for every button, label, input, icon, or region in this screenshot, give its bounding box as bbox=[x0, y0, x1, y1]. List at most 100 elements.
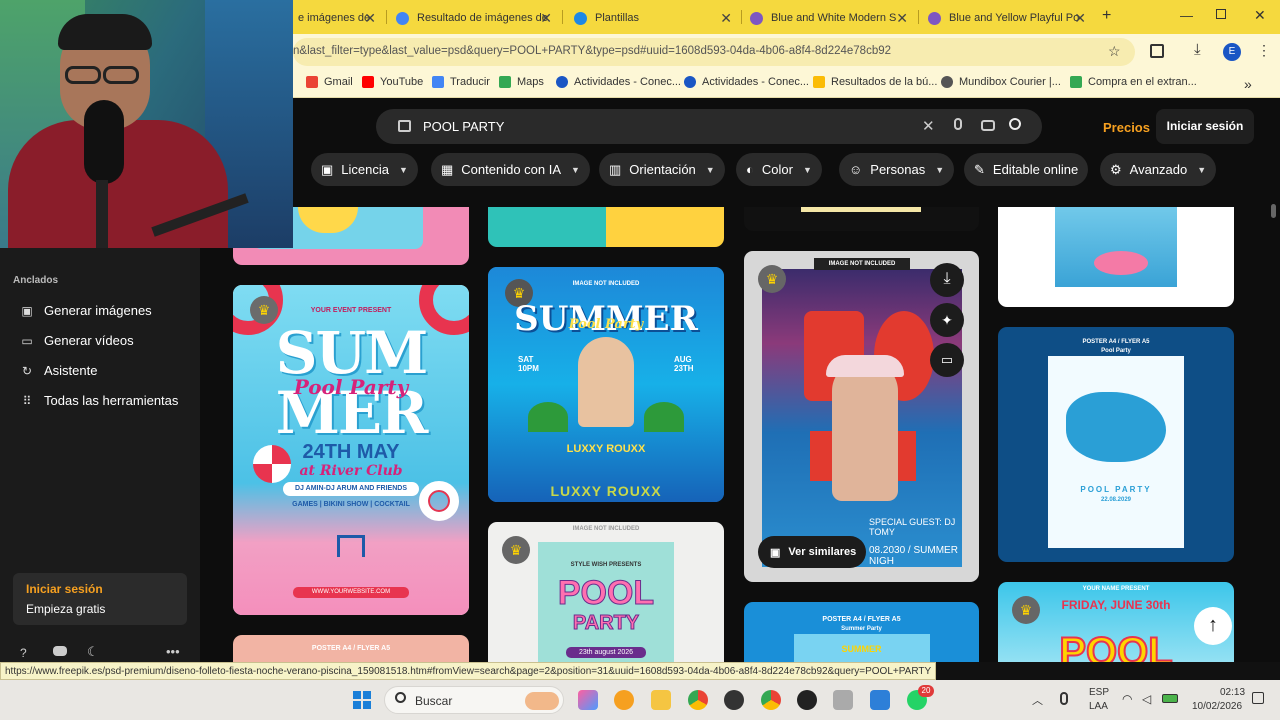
chevron-up-icon[interactable]: ︿ bbox=[1032, 692, 1043, 708]
browser-tab[interactable]: e imágenes de ✕ bbox=[298, 6, 376, 30]
bookmark-item[interactable]: YouTube bbox=[362, 76, 423, 88]
result-card[interactable]: ♛ IMAGE NOT INCLUDED STYLE WISH PRESENTS… bbox=[488, 522, 724, 662]
microphone-icon[interactable] bbox=[1060, 692, 1068, 705]
camera-search-icon[interactable] bbox=[981, 120, 995, 131]
result-card[interactable]: POSTER A4 / FLYER A5 bbox=[233, 635, 469, 662]
copilot-icon[interactable] bbox=[578, 690, 598, 710]
poster-date: 22.08.2029 bbox=[1100, 497, 1132, 503]
bookmark-item[interactable]: Compra en el extran... bbox=[1070, 76, 1197, 88]
filter-people[interactable]: ☺ Personas ▼ bbox=[839, 153, 955, 186]
close-tab-icon[interactable]: ✕ bbox=[540, 10, 552, 27]
bookmark-item[interactable]: Resultados de la bú... bbox=[813, 76, 937, 88]
ai-icon: ▦ bbox=[441, 161, 454, 177]
sidebar-item-assistant[interactable]: ↻ Asistente bbox=[20, 363, 98, 378]
bookmark-item[interactable]: Actividades - Conec... bbox=[556, 76, 681, 88]
new-tab-button[interactable]: + bbox=[1102, 7, 1111, 25]
theme-moon-icon[interactable]: ☾ bbox=[87, 644, 99, 660]
help-icon[interactable]: ? bbox=[20, 646, 27, 660]
result-card[interactable] bbox=[998, 207, 1234, 307]
app-icon[interactable] bbox=[833, 690, 853, 710]
bookmark-star-icon[interactable]: ☆ bbox=[1108, 43, 1121, 60]
search-icon[interactable] bbox=[1009, 118, 1021, 130]
more-options-icon[interactable]: ••• bbox=[166, 644, 180, 659]
close-window-icon[interactable]: ✕ bbox=[1254, 7, 1266, 24]
translate-icon bbox=[432, 76, 444, 88]
see-similar-button[interactable]: ▣ Ver similares bbox=[758, 536, 866, 568]
chrome-icon[interactable] bbox=[688, 690, 708, 710]
sidebar-signup-link[interactable]: Empieza gratis bbox=[26, 602, 105, 616]
drive-icon bbox=[813, 76, 825, 88]
filter-ai-content[interactable]: ▦ Contenido con IA ▼ bbox=[431, 153, 590, 186]
bookmark-item[interactable]: Actividades - Conec... bbox=[684, 76, 809, 88]
close-tab-icon[interactable]: ✕ bbox=[720, 10, 732, 27]
poster-date: 08.2030 / SUMMER NIGH bbox=[869, 545, 958, 567]
clock-time[interactable]: 02:13 bbox=[1220, 687, 1245, 698]
scrollbar-thumb[interactable] bbox=[1271, 204, 1276, 218]
bookmark-item[interactable]: Maps bbox=[499, 76, 544, 88]
save-folder-icon[interactable]: ▭ bbox=[930, 343, 964, 377]
minimize-icon[interactable]: — bbox=[1180, 8, 1193, 23]
language-indicator[interactable]: ESP bbox=[1089, 687, 1109, 698]
browser-tab[interactable]: Plantillas ✕ bbox=[574, 6, 732, 30]
volume-icon[interactable]: ◁ bbox=[1142, 692, 1151, 706]
search-app-icon[interactable] bbox=[614, 690, 634, 710]
sidebar-item-generate-videos[interactable]: ▭ Generar vídeos bbox=[20, 333, 133, 348]
scroll-to-top-button[interactable]: ↑ bbox=[1194, 607, 1232, 645]
filter-advanced[interactable]: ⚙ Avanzado ▼ bbox=[1100, 153, 1217, 186]
menu-dots-icon[interactable]: ⋮ bbox=[1257, 42, 1271, 59]
canva-icon bbox=[574, 11, 587, 25]
taskbar-search[interactable]: Buscar bbox=[384, 686, 564, 714]
extensions-icon[interactable] bbox=[1150, 44, 1164, 58]
microphone-icon[interactable] bbox=[954, 118, 962, 130]
clear-search-icon[interactable]: ✕ bbox=[922, 117, 935, 135]
app-icon[interactable] bbox=[724, 690, 744, 710]
swim-ring-icon bbox=[419, 481, 459, 521]
poster-text: Pool Party bbox=[1101, 348, 1131, 354]
result-card[interactable]: ♛ IMAGE NOT INCLUDED SUMMER Pool Party S… bbox=[488, 267, 724, 502]
close-tab-icon[interactable]: ✕ bbox=[1074, 10, 1086, 27]
filter-orientation[interactable]: ▥ Orientación ▼ bbox=[599, 153, 725, 186]
chrome-active-icon[interactable] bbox=[761, 690, 781, 710]
bookmark-item[interactable]: Mundibox Courier |... bbox=[941, 76, 1061, 88]
ai-edit-icon[interactable]: ✦ bbox=[930, 303, 964, 337]
app-icon[interactable] bbox=[870, 690, 890, 710]
search-bar[interactable]: POOL PARTY ✕ bbox=[376, 109, 1042, 144]
battery-icon[interactable] bbox=[1162, 694, 1178, 703]
discord-icon[interactable] bbox=[53, 646, 67, 656]
url-field[interactable]: n&last_filter=type&last_value=psd&query=… bbox=[293, 38, 1135, 66]
result-card[interactable]: POSTER A4 / FLYER A5 Summer Party SUMMER bbox=[744, 602, 979, 662]
close-tab-icon[interactable]: ✕ bbox=[364, 10, 376, 27]
result-card[interactable] bbox=[488, 207, 724, 247]
download-icon[interactable]: ⤓ bbox=[1194, 41, 1201, 58]
media-player-icon[interactable] bbox=[797, 690, 817, 710]
sidebar-item-all-tools[interactable]: ⠿ Todas las herramientas bbox=[20, 393, 179, 408]
poster-footer: LUXXY ROUXX bbox=[550, 483, 662, 499]
profile-avatar[interactable]: E bbox=[1223, 43, 1241, 61]
sidebar-login-link[interactable]: Iniciar sesión bbox=[26, 582, 103, 596]
browser-tab[interactable]: Resultado de imágenes de ✕ bbox=[396, 6, 552, 30]
wifi-icon[interactable]: ◠ bbox=[1122, 692, 1132, 706]
more-bookmarks-icon[interactable]: » bbox=[1244, 76, 1252, 92]
result-card-hovered[interactable]: ♛ IMAGE NOT INCLUDED ⤓ ✦ ▭ SPECIAL GUEST… bbox=[744, 251, 979, 582]
browser-tab[interactable]: Blue and White Modern S ✕ bbox=[750, 6, 908, 30]
close-tab-icon[interactable]: ✕ bbox=[896, 10, 908, 27]
result-card[interactable]: ♛ YOUR EVENT PRESENT SUM MER Pool Party … bbox=[233, 285, 469, 615]
maximize-icon[interactable] bbox=[1216, 9, 1226, 19]
result-card[interactable] bbox=[744, 207, 979, 231]
file-explorer-icon[interactable] bbox=[651, 690, 671, 710]
pricing-link[interactable]: Precios bbox=[1103, 120, 1150, 135]
search-input[interactable]: POOL PARTY bbox=[423, 119, 504, 134]
filter-editable-online[interactable]: ✎ Editable online bbox=[964, 153, 1089, 186]
windows-start-icon[interactable] bbox=[353, 691, 371, 709]
login-button[interactable]: Iniciar sesión bbox=[1156, 109, 1254, 144]
bookmark-item[interactable]: Gmail bbox=[306, 76, 353, 88]
download-icon[interactable]: ⤓ bbox=[930, 263, 964, 297]
filter-license[interactable]: ▣ Licencia ▼ bbox=[311, 153, 418, 186]
poster-text: Summer Party bbox=[841, 626, 882, 632]
notifications-icon[interactable] bbox=[1252, 692, 1264, 704]
sidebar-item-generate-images[interactable]: ▣ Generar imágenes bbox=[20, 303, 151, 318]
result-card[interactable]: POSTER A4 / FLYER A5 Pool Party POOL PAR… bbox=[998, 327, 1234, 562]
filter-color[interactable]: ◐ Color ▼ bbox=[736, 153, 822, 186]
bookmark-item[interactable]: Traducir bbox=[432, 76, 490, 88]
browser-tab[interactable]: Blue and Yellow Playful Po ✕ bbox=[928, 6, 1086, 30]
